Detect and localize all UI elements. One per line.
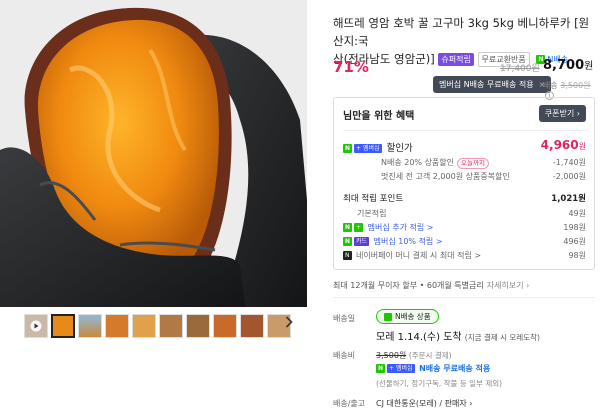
thumbnail-4[interactable]	[132, 314, 156, 338]
discount-row-2: 멋진세 전 고객 2,000원 상품중복할인 -2,000원	[343, 171, 586, 182]
point-row-membership-label: 멤버십 추가 적립 >	[367, 223, 434, 232]
installment-info: 최대 12개월 무이자 할부 • 60개월 특별금리 자세히보기 ›	[333, 280, 529, 291]
max-points-value: 1,021원	[551, 194, 586, 204]
chevron-right-icon[interactable]	[285, 316, 293, 332]
thumbnail-1[interactable]	[51, 314, 75, 338]
discount-price-row: N + 멤버십 할인가 4,960원	[343, 138, 586, 154]
naver-n-icon	[384, 312, 392, 321]
carrier-label: 배송/출고	[333, 399, 366, 408]
thumbnail-7[interactable]	[213, 314, 237, 338]
discount-row-2-value: -2,000원	[552, 172, 586, 181]
point-row-basic-label: 기본적립	[357, 209, 387, 218]
sale-price: 8,700원	[543, 57, 593, 73]
max-points-row: 최대 적립 포인트 1,021원	[343, 192, 586, 204]
arrival-note: (지금 결제 시 모레도착)	[464, 333, 540, 342]
discount-row-2-label: 멋진세 전 고객 2,000원 상품중복할인	[381, 172, 510, 181]
point-row-npay-value: 98원	[568, 251, 586, 260]
original-price: 17,400원	[500, 64, 540, 74]
super-point-tag: 슈퍼적립	[438, 53, 474, 66]
shipping-exclusion-note: (선물하기, 정기구독, 착불 등 일부 제외)	[376, 379, 503, 388]
discount-row-1: N배송 20% 상품할인 오늘까지 -1,740원	[343, 157, 586, 169]
naver-n-icon: N	[376, 364, 386, 373]
point-row-basic: 기본적립 49원	[343, 208, 586, 219]
naver-n-icon: N	[343, 237, 353, 246]
shipping-label: 배송	[543, 81, 558, 90]
plus-badge: +	[354, 223, 364, 232]
benefit-details: N + 멤버십 할인가 4,960원 N배송 20% 상품할인 오늘까지 -1,74…	[343, 130, 586, 260]
n-delivery-pill-label: N배송 상품	[395, 312, 431, 321]
point-row-membership-value: 198원	[563, 223, 586, 232]
naver-n-icon: N	[343, 223, 353, 232]
product-main-image[interactable]	[0, 0, 307, 307]
thumbnail-video[interactable]	[24, 314, 48, 338]
today-only-tag: 오늘까지	[457, 158, 489, 169]
membership-pill-label: 멤버십 N배송 무료배송 적용	[439, 80, 534, 89]
play-icon	[25, 315, 47, 337]
thumbnail-6[interactable]	[186, 314, 210, 338]
arrival-date-text: 모레 1.14.(수) 도착	[376, 332, 462, 343]
sale-price-unit: 원	[584, 61, 594, 72]
naver-n-icon: N	[343, 144, 353, 153]
delivery-date-label: 배송일	[333, 314, 356, 323]
n-free-shipping: N + 멤버십 N배송 무료배송 적용	[376, 363, 490, 374]
product-title-line1: 해뜨레 영암 호박 꿀 고구마 3kg 5kg 베니하루카 [원산지:국	[333, 16, 590, 48]
shipping-fee: 3,500원 (주문시 결제)	[376, 350, 452, 361]
discount-row-1-label: N배송 20% 상품할인	[381, 158, 455, 167]
discount-price-label: 할인가	[386, 143, 413, 154]
benefit-heading: 님만을 위한 혜택	[343, 111, 415, 122]
benefit-panel: 님만을 위한 혜택 쿠폰받기 › N + 멤버십 할인가 4,960원 N배송 2…	[333, 97, 595, 270]
discount-row-1-value: -1,740원	[552, 158, 586, 167]
membership-free-shipping-pill[interactable]: 멤버십 N배송 무료배송 적용 ×	[433, 76, 552, 93]
discount-price: 4,960원	[541, 138, 586, 152]
point-row-basic-value: 49원	[568, 209, 586, 218]
thumbnail-5[interactable]	[159, 314, 183, 338]
card-badge: 카드	[354, 237, 370, 246]
divider	[333, 297, 595, 298]
point-row-membership-10-label: 멤버십 10% 적립 >	[373, 237, 443, 246]
thumbnail-strip	[24, 314, 294, 342]
point-row-membership[interactable]: N + 멤버십 추가 적립 > 198원	[343, 222, 586, 233]
max-points-label: 최대 적립 포인트	[343, 194, 404, 204]
get-coupon-button[interactable]: 쿠폰받기 ›	[538, 105, 586, 122]
sale-price-value: 8,700	[543, 58, 585, 73]
membership-badge: + 멤버십	[387, 364, 415, 373]
shipping-cost-struck: 3,500원	[560, 81, 591, 90]
membership-badge: + 멤버십	[354, 144, 382, 153]
n-free-shipping-text: N배송 무료배송 적용	[419, 364, 491, 373]
point-row-npay-label: 네이버페이 머니 결제 시 최대 적립 >	[356, 251, 482, 260]
shipping-fee-label: 배송비	[333, 351, 356, 360]
arrival-date: 모레 1.14.(수) 도착 (지금 결제 시 모레도착)	[376, 328, 540, 343]
installment-more-link[interactable]: 자세히보기 ›	[487, 281, 530, 290]
coupon-button-label: 쿠폰받기	[544, 109, 575, 118]
shipping-fee-struck: 3,500원	[376, 351, 407, 360]
chevron-right-icon: ›	[576, 109, 580, 118]
discount-price-unit: 원	[578, 142, 586, 151]
thumbnail-3[interactable]	[105, 314, 129, 338]
thumbnail-8[interactable]	[240, 314, 264, 338]
npay-icon: N	[343, 251, 352, 260]
discount-rate: 71%	[333, 58, 369, 76]
discount-price-value: 4,960	[540, 138, 579, 152]
thumbnail-2[interactable]	[78, 314, 102, 338]
installment-text: 최대 12개월 무이자 할부 • 60개월 특별금리	[333, 281, 484, 290]
sweet-potato-photo	[0, 0, 307, 307]
shipping-fee-note: (주문시 결제)	[408, 351, 452, 360]
point-row-npay[interactable]: N 네이버페이 머니 결제 시 최대 적립 > 98원	[343, 250, 586, 261]
point-row-membership-10-value: 496원	[563, 237, 586, 246]
carrier-value[interactable]: CJ 대한통운(모레) / 판매자 ›	[376, 398, 473, 409]
point-row-membership-10[interactable]: N 카드 멤버십 10% 적립 > 496원	[343, 236, 586, 247]
n-delivery-pill: N배송 상품	[376, 309, 439, 324]
